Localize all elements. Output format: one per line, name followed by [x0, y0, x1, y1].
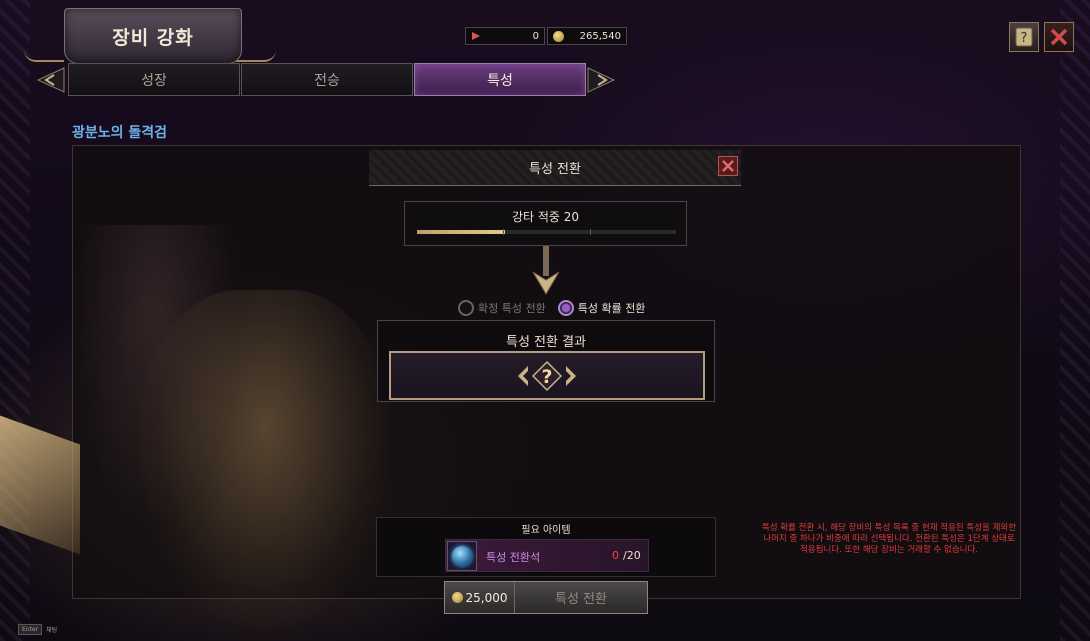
stat-progress-fill	[417, 230, 506, 234]
chevron-left-icon[interactable]	[34, 66, 66, 94]
required-item-need: /20	[623, 549, 641, 562]
chat-hint-label: 채팅	[46, 627, 58, 634]
radio-fixed-convert[interactable]	[458, 300, 474, 316]
required-items-panel: 필요 아이템 특성 전환석 0 /20	[376, 517, 716, 577]
required-item-name: 특성 전환석	[486, 551, 541, 564]
window-title: 장비 강화	[112, 26, 194, 49]
window-title-plate: 장비 강화	[64, 8, 242, 64]
gold-coin-icon	[552, 30, 564, 42]
title-ornament-right	[236, 50, 276, 62]
result-placeholder: ?	[541, 366, 552, 388]
enter-key-badge: Enter	[18, 624, 43, 635]
tab-bar: 성장 전승 특성	[34, 62, 622, 98]
dialog-header: 특성 전환	[369, 150, 741, 186]
red-currency-value: 0	[532, 30, 539, 42]
tab-inherit[interactable]: 전승	[241, 63, 413, 96]
svg-text:?: ?	[1021, 31, 1028, 46]
close-icon	[1050, 28, 1068, 46]
gold-coin-icon	[451, 592, 463, 603]
down-arrow-icon	[532, 246, 560, 295]
red-currency-display: 0	[465, 27, 545, 45]
gem-icon	[447, 541, 477, 571]
item-name: 광분노의 돌격검	[72, 125, 168, 141]
tab-growth[interactable]: 성장	[68, 63, 240, 96]
dialog-close-button[interactable]	[718, 156, 738, 176]
chat-hint: Enter 채팅	[18, 624, 57, 635]
chevron-right-icon[interactable]	[586, 66, 618, 94]
left-border-decoration	[0, 0, 30, 641]
right-border-decoration	[1060, 0, 1090, 641]
stat-bar-segment	[503, 229, 504, 235]
result-panel: 특성 전환 결과 ?	[377, 320, 715, 402]
radio-probability-convert-label[interactable]: 특성 확률 전환	[578, 300, 646, 316]
help-button[interactable]: ?	[1009, 22, 1039, 52]
tab-trait[interactable]: 특성	[414, 63, 586, 96]
flag-icon	[470, 30, 482, 42]
stat-bar-segment	[590, 229, 591, 235]
title-ornament-left	[24, 50, 64, 62]
stat-progress-bar	[417, 229, 676, 235]
dialog-title: 특성 전환	[529, 162, 581, 177]
radio-probability-convert[interactable]	[557, 300, 574, 316]
question-icon: ?	[518, 360, 576, 391]
required-items-title: 필요 아이템	[521, 525, 571, 536]
gold-currency-display: 265,540	[547, 27, 627, 45]
cost-value: 25,000	[465, 590, 508, 605]
result-title: 특성 전환 결과	[505, 335, 587, 350]
trait-convert-button[interactable]: 25,000 특성 전환	[444, 581, 648, 614]
shield-artwork	[140, 290, 390, 630]
warning-note: 특성 확률 전환 시, 해당 장비의 특성 목록 중 현재 적용된 특성을 제외…	[761, 523, 1017, 555]
gold-currency-value: 265,540	[579, 30, 621, 42]
help-book-icon: ?	[1015, 27, 1033, 47]
close-icon	[722, 160, 734, 172]
cost-display: 25,000	[445, 582, 515, 613]
radio-fixed-convert-label[interactable]: 확정 특성 전환	[478, 300, 546, 316]
conversion-mode-radio-group: 확정 특성 전환 특성 확률 전환	[458, 298, 645, 318]
required-item-have: 0	[612, 549, 619, 562]
required-item-row[interactable]: 특성 전환석 0 /20	[445, 539, 649, 572]
current-stat-label: 강타 적중 20	[511, 210, 580, 224]
trait-convert-label: 특성 전환	[555, 592, 607, 607]
window-close-button[interactable]	[1044, 22, 1074, 52]
result-slot: ?	[389, 351, 705, 400]
current-stat-box: 강타 적중 20	[404, 201, 687, 246]
